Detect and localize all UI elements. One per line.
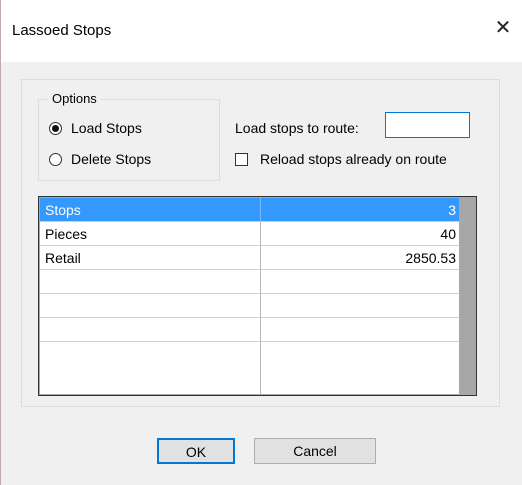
grid-empty-area [40, 342, 459, 394]
grid-cell-name[interactable] [40, 294, 261, 318]
title-bar: Lassoed Stops ✕ [1, 0, 522, 62]
grid-cell-name[interactable] [40, 318, 261, 342]
grid-cell-value[interactable] [261, 318, 459, 342]
grid-cell-value[interactable]: 2850.53 [261, 246, 459, 270]
close-icon[interactable]: ✕ [490, 15, 516, 41]
grid-row-empty[interactable] [40, 294, 459, 318]
reload-stops-label[interactable]: Reload stops already on route [260, 151, 447, 167]
dialog-title: Lassoed Stops [12, 22, 112, 39]
grid-cell-name[interactable]: Stops [40, 198, 261, 222]
load-stops-radio-row[interactable]: Load Stops [49, 120, 142, 136]
grid-cell-value[interactable]: 3 [261, 198, 459, 222]
reload-stops-checkbox[interactable] [235, 152, 248, 166]
options-groupbox [38, 99, 220, 181]
grid-cell-name[interactable]: Retail [40, 246, 261, 270]
lassoed-stops-dialog: Lassoed Stops ✕ Options Load Stops Delet… [0, 0, 522, 485]
grid-cell-value[interactable]: 40 [261, 222, 459, 246]
route-input[interactable] [385, 112, 470, 138]
grid-row-stops[interactable]: Stops 3 [40, 198, 459, 222]
grid-body: Stops 3 Pieces 40 Retail 2850.53 [40, 198, 459, 394]
delete-stops-radio-row[interactable]: Delete Stops [49, 151, 151, 167]
reload-stops-row[interactable]: Reload stops already on route [235, 151, 447, 167]
grid-cell-value[interactable] [261, 270, 459, 294]
grid-row-empty[interactable] [40, 270, 459, 294]
cancel-button[interactable]: Cancel [254, 438, 376, 464]
stops-summary-grid[interactable]: Stops 3 Pieces 40 Retail 2850.53 [38, 196, 477, 396]
grid-empty-cell [40, 342, 261, 394]
grid-cell-name[interactable] [40, 270, 261, 294]
ok-button[interactable]: OK [157, 438, 235, 464]
load-stops-label[interactable]: Load Stops [71, 120, 142, 136]
grid-row-pieces[interactable]: Pieces 40 [40, 222, 459, 246]
options-group-label: Options [48, 91, 101, 106]
delete-stops-radio[interactable] [49, 152, 62, 166]
delete-stops-label[interactable]: Delete Stops [71, 151, 151, 167]
grid-row-empty[interactable] [40, 318, 459, 342]
grid-cell-name[interactable]: Pieces [40, 222, 261, 246]
load-stops-radio[interactable] [49, 121, 62, 135]
route-label: Load stops to route: [235, 120, 359, 136]
grid-row-retail[interactable]: Retail 2850.53 [40, 246, 459, 270]
grid-cell-value[interactable] [261, 294, 459, 318]
